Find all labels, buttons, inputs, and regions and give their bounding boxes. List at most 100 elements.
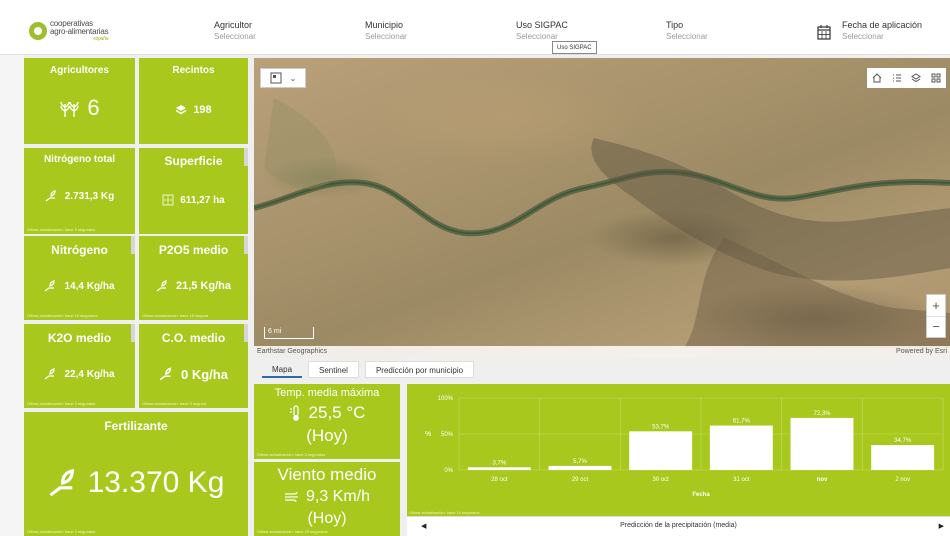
tile-footer: Última actualización: hace 3 segundos — [257, 452, 326, 457]
tile-footer: Última actualización: hace 3 segundos — [27, 227, 96, 232]
view-tabs: Mapa Sentinel Predicción por municipio — [262, 358, 480, 378]
tile-p2o5: P2O5 medio 21,5 Kg/ha Última actualizaci… — [139, 236, 248, 320]
logo-line2: agro-alimentarias — [50, 26, 109, 36]
attribution-right[interactable]: Powered by Esri — [896, 346, 947, 358]
filter-fecha-aplicacion[interactable]: Fecha de aplicación Seleccionar — [842, 20, 922, 43]
tile-value: 2.731,3 Kg — [64, 190, 115, 202]
tile-value: 22,4 Kg/ha — [64, 368, 115, 380]
tile-value: 14,4 Kg/ha — [64, 280, 115, 292]
tile-subvalue: (Hoy) — [307, 510, 347, 527]
wheat-icon — [60, 101, 80, 117]
layers-icon — [175, 105, 187, 115]
tile-footer: Última actualización: hace 15 segundos — [257, 529, 328, 534]
data-label: 3,7% — [492, 460, 506, 466]
x-axis-label: Fecha — [692, 492, 710, 498]
filter-uso-sigpac[interactable]: Uso SIGPAC Seleccionar — [516, 20, 568, 43]
filter-municipio[interactable]: Municipio Seleccionar — [365, 20, 407, 43]
map-attribution: Earthstar Geographics Powered by Esri — [254, 346, 950, 358]
tile-value: 611,27 ha — [180, 194, 225, 206]
tile-value: 9,3 Km/h — [305, 488, 371, 505]
zoom-control: + − — [926, 294, 946, 338]
data-label: 61,7% — [733, 419, 751, 425]
tile-title: Temp. media máxima — [274, 387, 380, 399]
header-bar: cooperativas agro-alimentarias españa Ag… — [0, 0, 950, 55]
tile-value: 6 — [87, 95, 100, 120]
chevron-right-icon[interactable]: ▶ — [939, 522, 944, 530]
dashboard: cooperativas agro-alimentarias españa Ag… — [0, 0, 950, 536]
y-tick-label: 100% — [438, 396, 454, 402]
tile-value: 21,5 Kg/ha — [175, 280, 232, 292]
precipitation-chart: 0% 50% 100%% 3,7% 28 oct 5,7% 29 oct 53,7% 30 oc… — [425, 396, 944, 498]
tile-title: Recintos — [172, 65, 215, 76]
tile-footer: Última actualización: hace 3 segundos — [27, 401, 96, 406]
tab-sentinel[interactable]: Sentinel — [308, 361, 359, 378]
logo-line3: españa — [93, 35, 109, 42]
home-icon[interactable] — [871, 72, 883, 84]
tile-footer: Última actualización: hace 15 segundos — [27, 313, 98, 318]
y-tick-label: 0% — [444, 468, 453, 474]
y-tick-label: 50% — [441, 432, 454, 438]
precipitation-chart-panel: 0% 50% 100%% 3,7% 28 oct 5,7% 29 oct 53,7% 30 oc… — [407, 384, 950, 516]
data-label: 5,7% — [573, 459, 587, 465]
tile-k2o: K2O medio 22,4 Kg/ha Última actualizació… — [24, 324, 135, 408]
tooltip: Uso SIGPAC — [552, 41, 597, 54]
hand-plant-icon — [45, 190, 56, 202]
filter-label: Uso SIGPAC — [516, 20, 568, 30]
tile-fertilizante: Fertilizante 13.370 Kg Última actualizac… — [24, 412, 248, 536]
chart-footer: Última actualización: hace 14 segundos — [409, 510, 480, 515]
chart-navigation: ◀ Predicción de la precipitación (media)… — [407, 516, 950, 536]
bar — [871, 445, 935, 470]
bar — [790, 417, 854, 470]
tile-value-row: 2.731,3 Kg — [24, 188, 135, 204]
layers-icon[interactable] — [910, 72, 922, 84]
filter-value: Seleccionar — [666, 32, 708, 41]
filter-value: Seleccionar — [842, 32, 884, 41]
tile-value-row: 9,3 Km/h — [254, 487, 400, 507]
tile-value-row: 0 Kg/ha — [139, 365, 248, 383]
tile-title: Viento medio — [277, 465, 377, 484]
tile-title: Agricultores — [50, 65, 109, 76]
logo-text: cooperativas agro-alimentarias españa — [50, 19, 109, 42]
filter-agricultor[interactable]: Agricultor Seleccionar — [214, 20, 256, 43]
x-tick-label: 28 oct — [491, 477, 508, 483]
hand-plant-icon — [156, 280, 167, 292]
zoom-in-button[interactable]: + — [927, 295, 945, 316]
basemap-gallery-icon[interactable] — [930, 72, 942, 84]
tile-title: Superficie — [164, 154, 223, 168]
tile-footer: Última actualización: hace 3 segund — [142, 401, 207, 406]
filter-label: Agricultor — [214, 20, 253, 30]
tile-title: Fertilizante — [104, 419, 168, 433]
x-tick-label: 30 oct — [652, 477, 669, 483]
tile-title: P2O5 medio — [158, 243, 229, 257]
tile-recintos: Recintos 198 — [139, 58, 248, 144]
tile-value-row: 22,4 Kg/ha — [24, 366, 135, 382]
calendar-icon[interactable] — [817, 24, 831, 40]
data-label: 72,3% — [813, 411, 831, 417]
bar — [467, 467, 531, 470]
basemap-icon — [270, 72, 282, 84]
tile-title: K2O medio — [47, 331, 112, 345]
tile-value: 25,5 °C — [308, 403, 366, 422]
data-label: 53,7% — [652, 424, 670, 430]
satellite-map[interactable]: ⌄ + − 6 mi Earthstar Geographics Powered… — [254, 58, 950, 358]
tile-footer: Última actualización: hace 3 segundos — [27, 529, 96, 534]
x-tick-label: 29 oct — [572, 477, 589, 483]
wind-icon — [284, 491, 298, 503]
tab-prediccion-municipio[interactable]: Predicción por municipio — [364, 361, 475, 378]
tile-value-row: 21,5 Kg/ha — [139, 278, 248, 294]
zoom-out-button[interactable]: − — [927, 315, 945, 338]
thermometer-icon — [289, 405, 299, 421]
filter-label: Tipo — [666, 20, 684, 30]
tile-footer: Última actualización: hace 15 segund — [142, 313, 209, 318]
legend-icon[interactable] — [891, 72, 903, 84]
bar — [548, 465, 612, 470]
filter-tipo[interactable]: Tipo Seleccionar — [666, 20, 708, 43]
hand-plant-icon — [45, 368, 56, 380]
tile-value-row: 6 — [24, 95, 135, 120]
x-tick-label: nov — [817, 477, 828, 483]
tab-mapa[interactable]: Mapa — [262, 361, 303, 378]
tile-subvalue: (Hoy) — [306, 426, 348, 445]
x-tick-label: 2 nov — [895, 477, 910, 483]
basemap-selector[interactable]: ⌄ — [260, 68, 306, 88]
logo: cooperativas agro-alimentarias españa — [29, 17, 118, 44]
